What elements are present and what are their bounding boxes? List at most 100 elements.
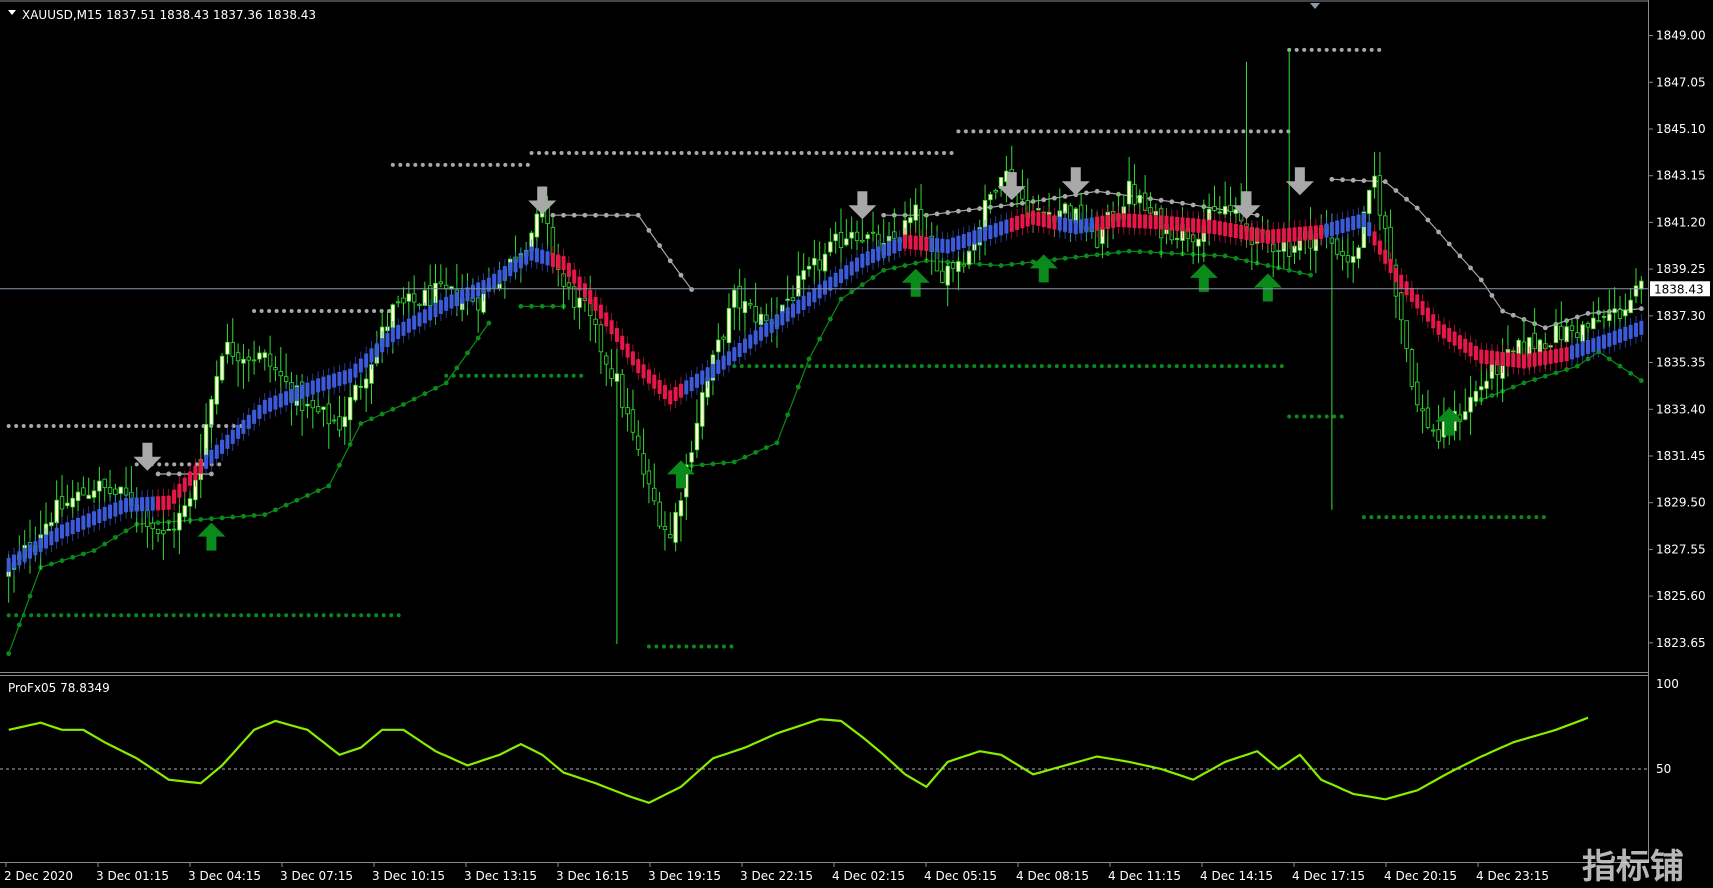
time-tick-label: 3 Dec 07:15 xyxy=(280,869,353,883)
support-trail-dot xyxy=(1244,258,1249,264)
support-level-dot xyxy=(269,613,274,618)
resistance-trail-dot xyxy=(1052,195,1057,201)
oscillator-layer: 100 50 xyxy=(0,677,1679,804)
candle-up xyxy=(1623,309,1628,317)
candle-up xyxy=(1633,285,1639,297)
resistance-level-dot xyxy=(194,424,199,429)
support-level-dot xyxy=(1294,414,1299,419)
resistance-level-dot xyxy=(187,462,192,467)
resistance-level-dot xyxy=(390,162,395,167)
support-trail-dot xyxy=(102,541,108,547)
candle-up xyxy=(742,301,748,314)
support-level-dot xyxy=(934,364,939,369)
candle-down xyxy=(443,284,449,290)
candle-down xyxy=(161,530,166,535)
support-level-dot xyxy=(904,364,909,369)
support-level-dot xyxy=(1451,515,1456,520)
candle-up xyxy=(694,422,700,451)
resistance-level-dot xyxy=(186,424,191,429)
resistance-level-dot xyxy=(134,424,139,429)
candle-down xyxy=(1345,255,1351,263)
support-trail-dot xyxy=(1233,255,1239,261)
candle-up xyxy=(1463,411,1468,420)
price-tick-label: 1823.65 xyxy=(1656,636,1706,650)
support-level-dot xyxy=(1062,364,1067,369)
arrow-up-icon xyxy=(1253,273,1282,302)
support-level-dot xyxy=(504,373,509,378)
arrow-down-icon xyxy=(528,186,557,215)
resistance-level-dot xyxy=(1046,129,1051,134)
resistance-trail-dot xyxy=(1446,241,1452,247)
support-level-dot xyxy=(1376,515,1381,520)
resistance-level-dot xyxy=(1166,129,1171,134)
resistance-level-dot xyxy=(672,150,677,155)
candle-up xyxy=(166,528,171,531)
candles-layer xyxy=(6,49,1644,645)
candle-down xyxy=(961,263,966,267)
support-level-dot xyxy=(549,373,554,378)
time-tick-label: 3 Dec 13:15 xyxy=(464,869,537,883)
resistance-level-dot xyxy=(96,424,101,429)
candle-down xyxy=(1399,292,1404,321)
candle-down xyxy=(1425,407,1431,428)
chart-shift-marker-icon[interactable] xyxy=(1310,3,1320,9)
resistance-level-dot xyxy=(510,162,515,167)
resistance-level-dot xyxy=(978,129,983,134)
support-level-dot xyxy=(579,373,584,378)
resistance-level-dot xyxy=(282,309,287,314)
candle-down xyxy=(1559,325,1564,341)
resistance-level-dot xyxy=(702,150,707,155)
resistance-level-dot xyxy=(882,150,887,155)
support-level-dot xyxy=(807,364,812,369)
resistance-level-dot xyxy=(450,162,455,167)
resistance-trail-dot xyxy=(1457,253,1463,259)
resistance-trail-dot xyxy=(1361,178,1367,184)
resistance-trail-dot xyxy=(1009,202,1015,207)
support-level-dot xyxy=(186,613,191,618)
support-level-dot xyxy=(1122,364,1127,369)
resistance-level-dot xyxy=(428,162,433,167)
resistance-level-dot xyxy=(141,424,146,429)
price-tick-label: 1835.35 xyxy=(1656,356,1706,370)
support-level-dot xyxy=(699,644,704,649)
candle-down xyxy=(438,281,444,285)
support-level-dot xyxy=(1182,364,1187,369)
support-level-dot xyxy=(1496,515,1501,520)
price-chart-canvas[interactable]: 1838.43 1849.00 1847.05 1845.10 1843.15 1841… xyxy=(0,0,1713,888)
support-level-dot xyxy=(526,373,531,378)
resistance-level-dot xyxy=(1324,47,1329,52)
candle-up xyxy=(65,502,70,507)
oscillator-line xyxy=(8,716,1589,804)
support-level-dot xyxy=(1534,515,1539,520)
candle-down xyxy=(1383,215,1388,229)
resistance-level-dot xyxy=(398,162,403,167)
candle-down xyxy=(748,303,753,306)
resistance-level-dot xyxy=(458,162,463,167)
resistance-level-dot xyxy=(694,150,699,155)
support-level-dot xyxy=(676,644,681,649)
support-level-dot xyxy=(1391,515,1396,520)
support-level-dot xyxy=(1504,515,1509,520)
resistance-level-dot xyxy=(413,162,418,167)
chart-menu-triangle-icon[interactable] xyxy=(8,10,16,15)
support-trail-dot xyxy=(913,260,919,266)
support-trail-dot xyxy=(1009,261,1015,267)
resistance-level-dot xyxy=(859,150,864,155)
support-trail-dot xyxy=(48,561,54,567)
support-level-dot xyxy=(239,613,244,618)
resistance-level-dot xyxy=(777,150,782,155)
resistance-trail-dot xyxy=(934,211,940,217)
resistance-trail-dot xyxy=(881,212,887,218)
candle-up xyxy=(358,385,364,388)
support-trail-dot xyxy=(529,303,534,309)
indicator-title: ProFx05 78.8349 xyxy=(8,681,110,695)
resistance-level-dot xyxy=(627,150,632,155)
support-trail-dot xyxy=(379,411,385,417)
resistance-level-dot xyxy=(874,150,879,155)
resistance-trail-dot xyxy=(1350,177,1356,183)
candle-up xyxy=(1351,256,1356,263)
support-level-dot xyxy=(852,364,857,369)
resistance-trail-dot xyxy=(625,212,630,218)
resistance-trail-dot xyxy=(667,258,673,264)
resistance-trail-dot xyxy=(1425,217,1431,223)
